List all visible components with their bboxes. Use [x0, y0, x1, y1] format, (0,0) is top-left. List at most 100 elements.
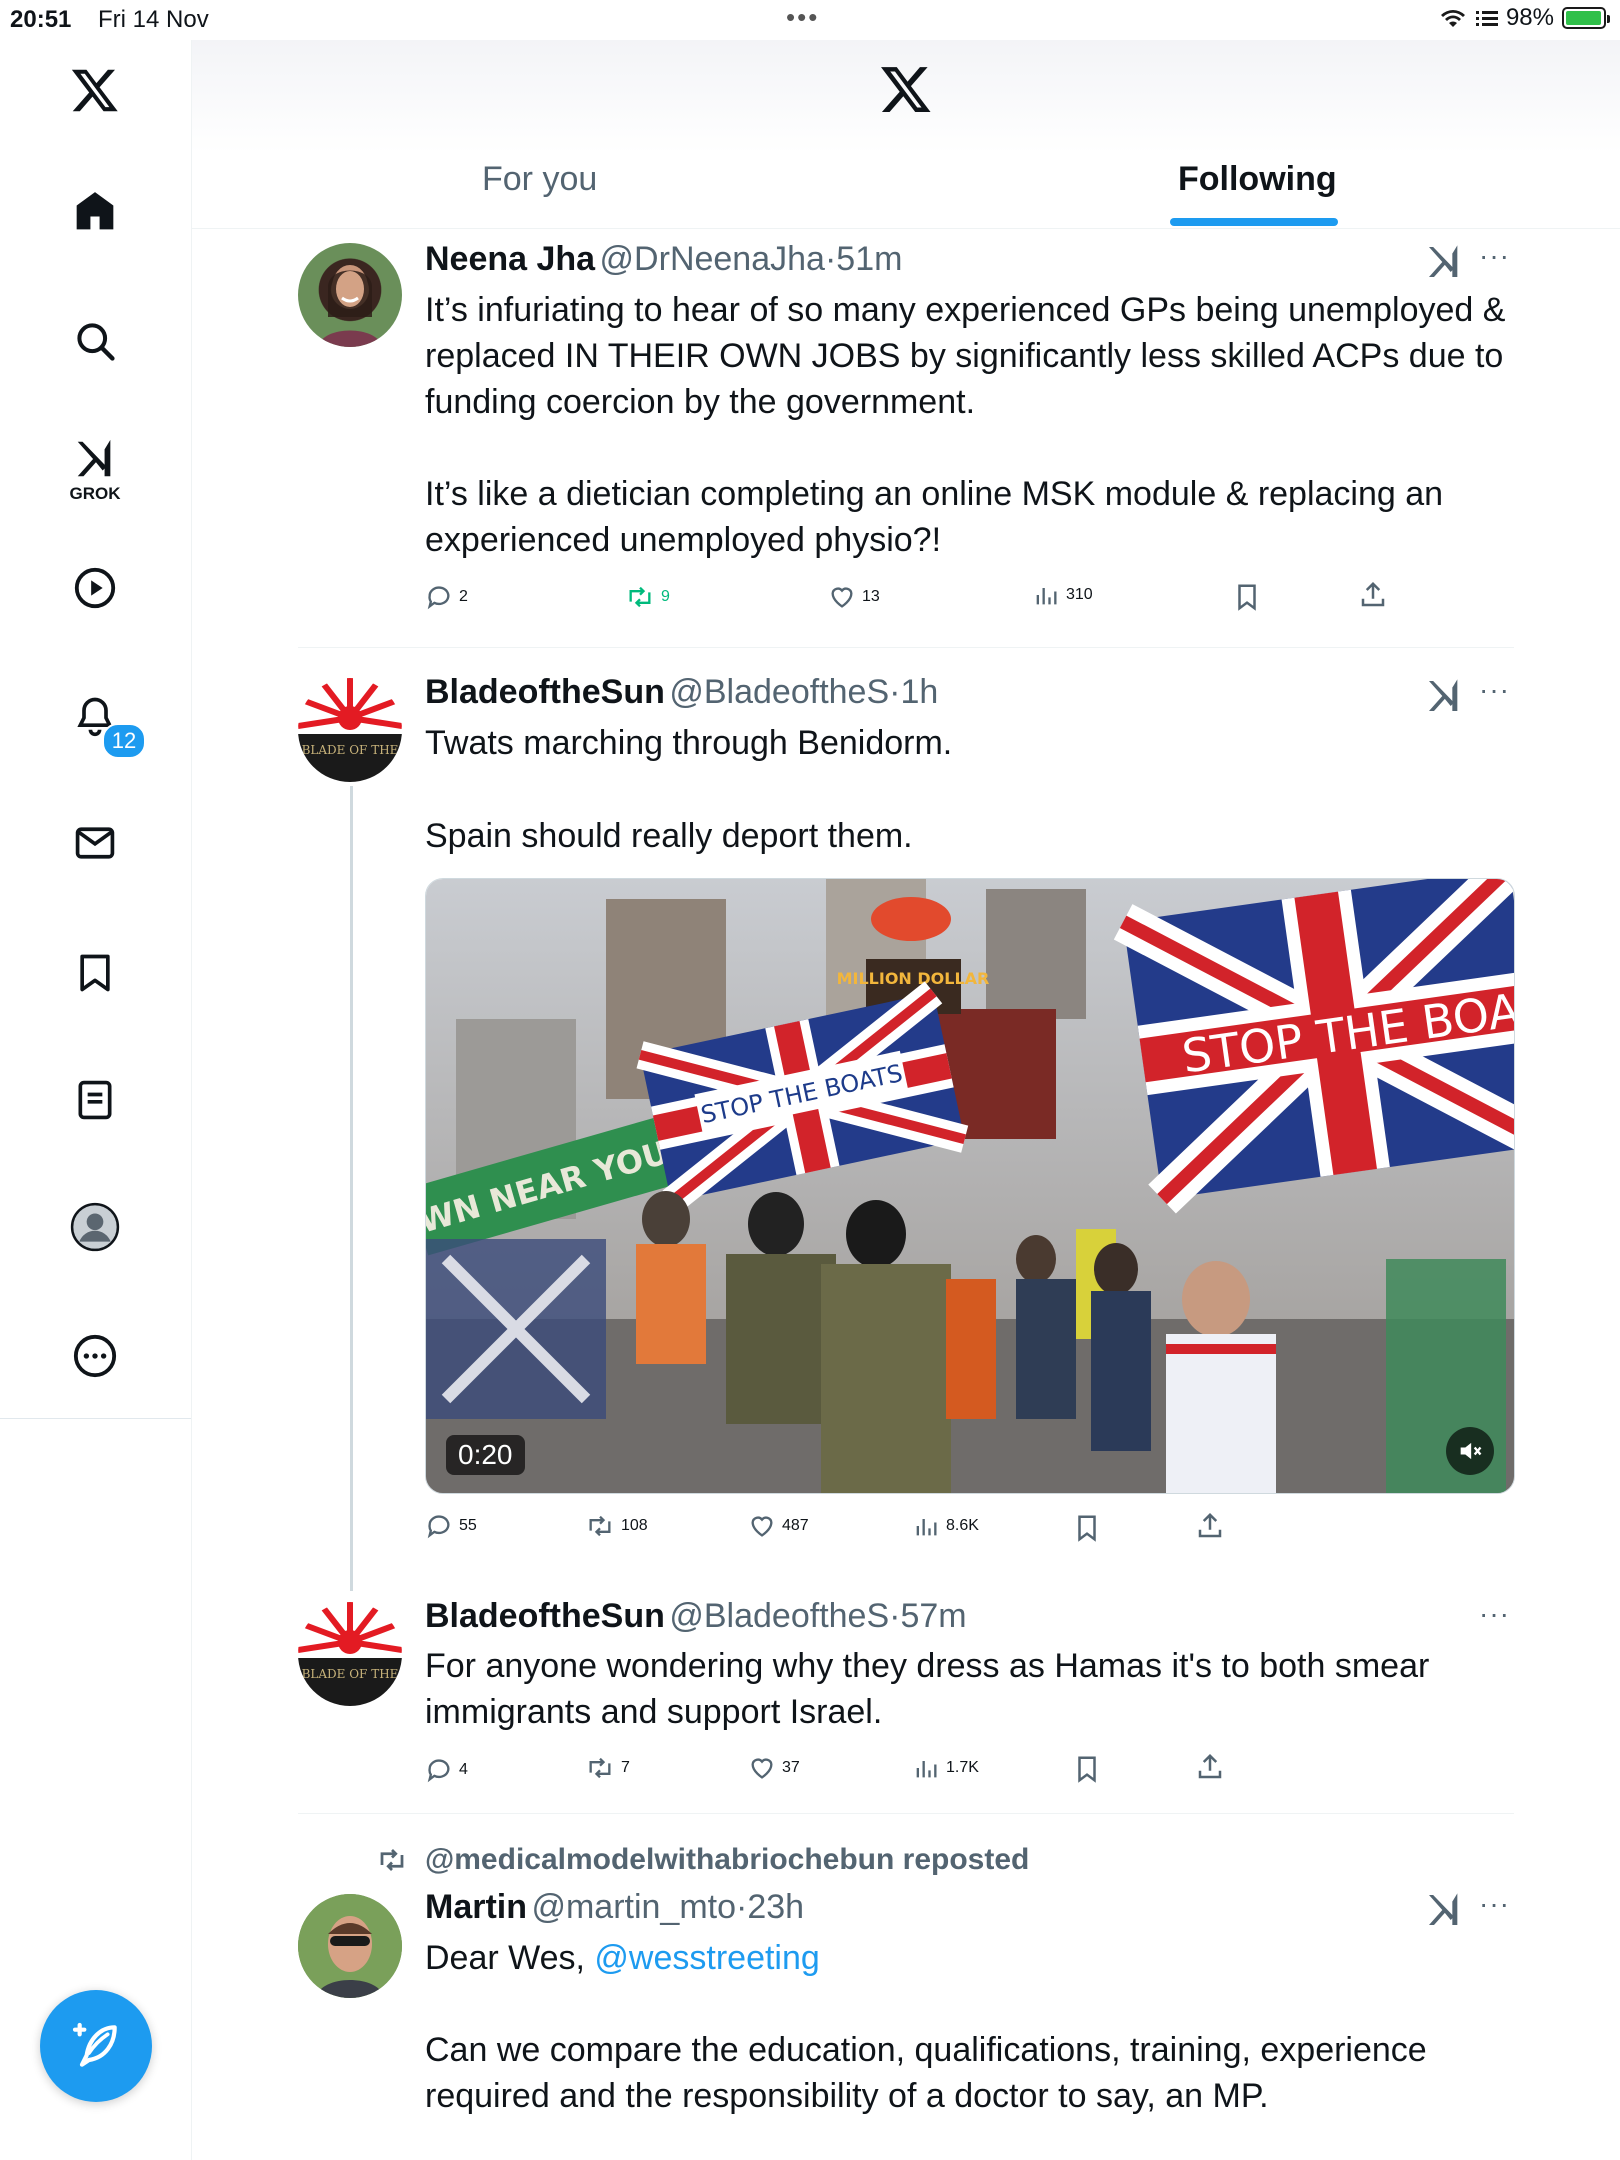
views-chart-icon	[916, 1519, 937, 1536]
grok-icon[interactable]	[1424, 1890, 1464, 1930]
x-header-logo-icon[interactable]	[879, 62, 933, 121]
reply-button[interactable]: 4	[425, 1756, 468, 1784]
author-handle[interactable]: @martin_mto	[531, 1888, 736, 1926]
post-text: Twats marching through Benidorm.	[425, 724, 953, 762]
focus-list-icon	[1475, 11, 1498, 26]
author-name[interactable]: Martin	[425, 1888, 527, 1926]
reply-count: 55	[459, 1517, 477, 1534]
post-text: It’s like a dietician completing an onli…	[425, 475, 1444, 559]
video-player[interactable]: MILLION DOLLAR WN NEAR YOU STOP THE BOAT…	[425, 878, 1515, 1494]
bookmark-icon[interactable]	[65, 943, 125, 1003]
grok-icon[interactable]: GROK	[65, 425, 125, 515]
compose-button[interactable]	[40, 1990, 152, 2102]
video-duration: 0:20	[446, 1435, 525, 1475]
repost-count: 108	[621, 1517, 648, 1534]
avatar[interactable]	[298, 1894, 402, 1998]
share-icon[interactable]	[1195, 1752, 1225, 1782]
mute-icon	[1460, 1442, 1482, 1460]
author-name[interactable]: Neena Jha	[425, 240, 595, 278]
grok-icon[interactable]	[1424, 242, 1464, 282]
compose-feather-icon	[72, 2022, 117, 2067]
author-handle[interactable]: @DrNeenaJha	[600, 240, 825, 278]
like-button[interactable]: 37	[748, 1754, 800, 1782]
author-handle[interactable]: @BladeoftheS	[669, 673, 889, 711]
repost-button[interactable]: 108	[585, 1512, 648, 1540]
post-time[interactable]: 51m	[836, 240, 902, 278]
post-text: For anyone wondering why they dress as H…	[425, 1647, 1430, 1731]
tab-following[interactable]: Following	[1178, 160, 1337, 199]
post-text-prefix: Dear Wes,	[425, 1939, 595, 1977]
repost-label[interactable]: @medicalmodelwithabriochebun reposted	[425, 1843, 1029, 1877]
repost-icon	[589, 1515, 611, 1537]
views-button[interactable]: 1.7K	[912, 1754, 979, 1782]
views-chart-icon	[1036, 588, 1057, 605]
bookmark-icon[interactable]	[1232, 582, 1262, 612]
avatar[interactable]: BLADE OF THE	[298, 678, 402, 782]
more-options-icon[interactable]: ···	[1479, 674, 1510, 706]
like-count: 487	[782, 1517, 809, 1534]
tab-for-you[interactable]: For you	[482, 160, 597, 199]
reply-button[interactable]: 2	[425, 583, 468, 611]
mute-button[interactable]	[1446, 1427, 1494, 1475]
author-handle[interactable]: @BladeoftheS	[669, 1597, 889, 1635]
status-bar: 20:51 Fri 14 Nov ••• 98%	[0, 0, 1620, 40]
avatar-logo-text: BLADE OF THE	[302, 1667, 399, 1681]
reply-icon	[427, 586, 450, 610]
post-text: It’s infuriating to hear of so many expe…	[425, 291, 1506, 421]
lists-icon[interactable]	[65, 1070, 125, 1130]
multitask-dots[interactable]: •••	[786, 2, 819, 33]
avatar-logo-text: BLADE OF THE	[302, 743, 399, 757]
battery-percent: 98%	[1505, 4, 1554, 31]
more-icon[interactable]	[65, 1326, 125, 1386]
post-time[interactable]: 1h	[900, 673, 938, 711]
avatar[interactable]	[298, 243, 402, 347]
bookmark-icon[interactable]	[1072, 1513, 1102, 1543]
x-logo-icon[interactable]	[65, 60, 125, 120]
grok-icon[interactable]	[1424, 676, 1464, 716]
heart-icon	[831, 587, 853, 608]
reply-icon	[427, 1759, 450, 1783]
post-divider	[298, 1813, 1514, 1814]
reply-icon	[427, 1515, 450, 1539]
more-options-icon[interactable]: ···	[1479, 1598, 1510, 1630]
repost-button[interactable]: 7	[585, 1754, 630, 1782]
more-options-icon[interactable]: ···	[1479, 1888, 1510, 1920]
reply-button[interactable]: 55	[425, 1512, 477, 1540]
like-button[interactable]: 487	[748, 1512, 809, 1540]
avatar[interactable]: BLADE OF THE	[298, 1602, 402, 1706]
views-chart-icon	[916, 1761, 937, 1778]
video-icon[interactable]	[65, 558, 125, 618]
share-icon[interactable]	[1195, 1511, 1225, 1541]
sidebar: GROK 12	[0, 40, 192, 2160]
post-time[interactable]: 23h	[747, 1888, 804, 1926]
thread-connector-line	[350, 786, 353, 1591]
post-time[interactable]: 57m	[900, 1597, 966, 1635]
status-date: Fri 14 Nov	[98, 6, 209, 33]
like-count: 37	[782, 1759, 800, 1776]
views-button[interactable]: 310	[1032, 581, 1093, 609]
search-icon[interactable]	[65, 311, 125, 371]
share-icon[interactable]	[1358, 580, 1388, 610]
home-icon[interactable]	[65, 181, 125, 241]
repost-count: 9	[661, 588, 670, 605]
status-time: 20:51	[10, 6, 72, 33]
more-options-icon[interactable]: ···	[1479, 240, 1510, 272]
neon-sign-text: MILLION DOLLAR	[837, 969, 990, 988]
author-name[interactable]: BladeoftheSun	[425, 673, 665, 711]
profile-avatar-icon[interactable]	[65, 1197, 125, 1257]
mail-icon[interactable]	[65, 813, 125, 873]
sidebar-divider	[0, 1418, 191, 1419]
timeline-header: For you Following	[192, 40, 1620, 229]
like-button[interactable]: 13	[828, 583, 880, 611]
bookmark-icon[interactable]	[1072, 1754, 1102, 1784]
repost-indicator-icon	[380, 1849, 404, 1871]
author-name[interactable]: BladeoftheSun	[425, 1597, 665, 1635]
repost-button[interactable]: 9	[625, 583, 670, 611]
repost-icon	[629, 586, 651, 608]
reply-count: 4	[459, 1761, 468, 1778]
heart-icon	[751, 1758, 773, 1779]
post-text: Dear Wes, @wesstreeting	[425, 1935, 1515, 1981]
views-button[interactable]: 8.6K	[912, 1512, 979, 1540]
notifications-badge: 12	[102, 723, 146, 759]
mention-link[interactable]: @wesstreeting	[594, 1939, 819, 1977]
